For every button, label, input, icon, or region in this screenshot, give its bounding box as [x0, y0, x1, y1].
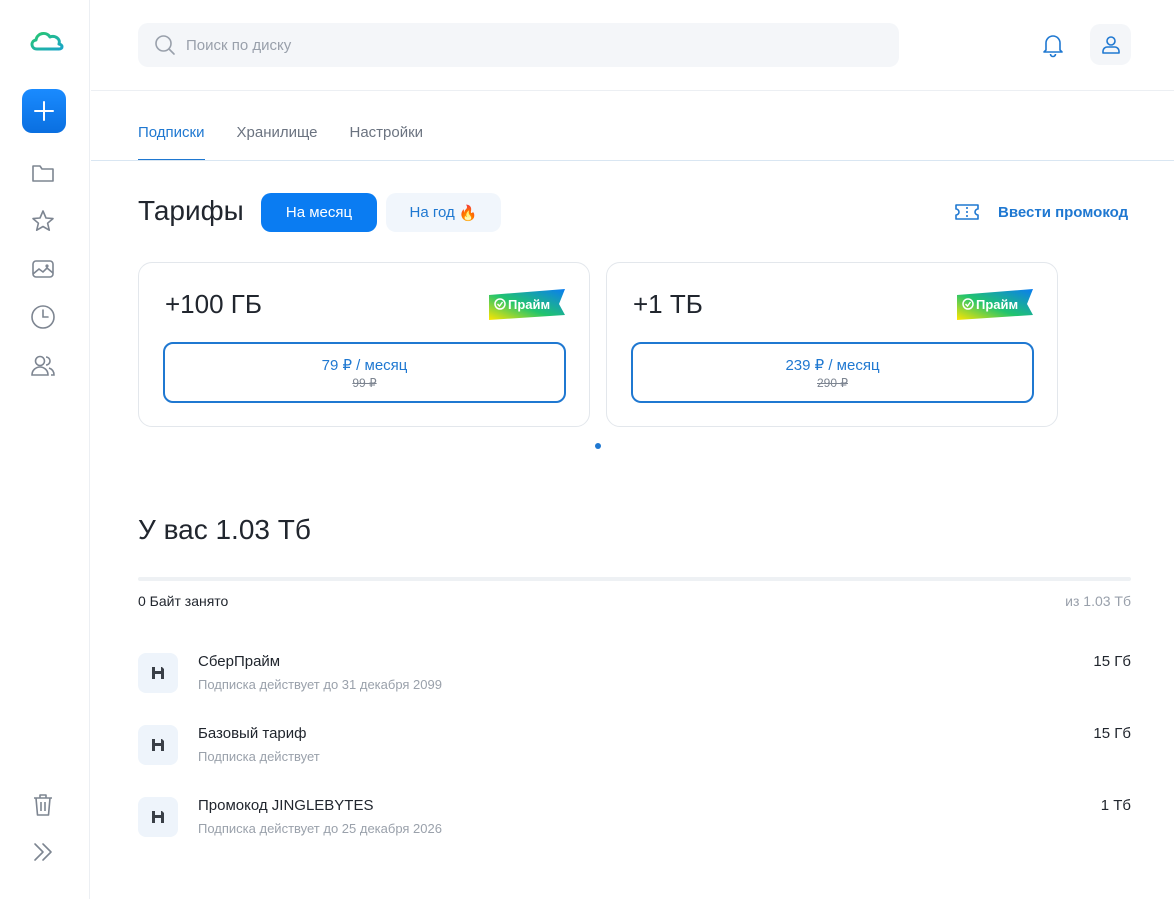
clock-icon[interactable]	[29, 303, 57, 331]
plan-old-price: 290 ₽	[817, 375, 848, 390]
storage-usage-bar	[138, 577, 1131, 581]
subscription-name: Промокод JINGLEBYTES	[198, 797, 374, 814]
tab-subscriptions[interactable]: Подписки	[138, 118, 205, 161]
plan-card: +1 ТБ Прайм 239 ₽ / месяц 290 ₽	[606, 262, 1058, 427]
search-icon	[155, 35, 175, 55]
promo-code-label: Ввести промокод	[998, 203, 1129, 221]
profile-button[interactable]	[1090, 24, 1131, 65]
plan-buy-button[interactable]: 239 ₽ / месяц 290 ₽	[631, 342, 1034, 403]
period-month-button[interactable]: На месяц	[261, 193, 377, 232]
sidebar	[0, 0, 90, 899]
bell-icon[interactable]	[1040, 32, 1066, 58]
ticket-icon	[955, 204, 979, 220]
folder-icon[interactable]	[29, 159, 57, 187]
svg-text:Прайм: Прайм	[976, 297, 1018, 312]
svg-text:Прайм: Прайм	[508, 297, 550, 312]
tabs-divider	[91, 160, 1174, 161]
cloud-logo-icon[interactable]	[28, 27, 66, 57]
subscription-size: 15 Гб	[1093, 653, 1131, 670]
subscription-size: 15 Гб	[1093, 725, 1131, 742]
plan-size: +100 ГБ	[165, 289, 262, 319]
storage-title: У вас 1.03 Тб	[138, 514, 311, 545]
subscription-name: Базовый тариф	[198, 725, 307, 742]
add-button[interactable]	[22, 89, 66, 133]
user-icon	[1101, 35, 1120, 54]
plan-card: +100 ГБ Прайм 79 ₽ / месяц 99 ₽	[138, 262, 590, 427]
header-divider	[91, 90, 1174, 91]
subscription-row: СберПрайм Подписка действует до 31 декаб…	[138, 653, 1131, 695]
fire-icon: 🔥	[458, 204, 478, 222]
tab-storage[interactable]: Хранилище	[237, 118, 318, 161]
period-year-label: На год	[409, 204, 455, 221]
floppy-disk-icon	[138, 797, 178, 837]
plus-icon	[34, 101, 54, 121]
search-input[interactable]	[186, 36, 866, 54]
floppy-disk-icon	[138, 653, 178, 693]
prime-badge: Прайм	[489, 289, 565, 320]
floppy-disk-icon	[138, 725, 178, 765]
expand-sidebar-icon[interactable]	[29, 838, 57, 866]
subscription-row: Базовый тариф Подписка действует 15 Гб	[138, 725, 1131, 767]
search-bar[interactable]	[138, 23, 899, 67]
promo-code-button[interactable]: Ввести промокод	[954, 202, 1128, 222]
storage-total: из 1.03 Тб	[1065, 593, 1131, 609]
plan-price: 79 ₽ / месяц	[321, 356, 408, 374]
plan-size: +1 ТБ	[633, 289, 703, 319]
plan-old-price: 99 ₽	[352, 375, 377, 390]
plan-buy-button[interactable]: 79 ₽ / месяц 99 ₽	[163, 342, 566, 403]
prime-badge: Прайм	[957, 289, 1033, 320]
gallery-icon[interactable]	[29, 255, 57, 283]
tab-bar: Подписки Хранилище Настройки	[138, 118, 455, 161]
period-year-button[interactable]: На год 🔥	[386, 193, 501, 232]
subscription-status: Подписка действует до 25 декабря 2026	[198, 821, 442, 836]
subscription-size: 1 Тб	[1100, 797, 1131, 814]
subscription-row: Промокод JINGLEBYTES Подписка действует …	[138, 797, 1131, 839]
plan-price: 239 ₽ / месяц	[785, 356, 880, 374]
subscription-status: Подписка действует	[198, 749, 320, 764]
tariffs-title: Тарифы	[138, 195, 244, 226]
subscription-status: Подписка действует до 31 декабря 2099	[198, 677, 442, 692]
carousel-dot[interactable]	[595, 443, 601, 449]
storage-used: 0 Байт занято	[138, 593, 229, 609]
trash-icon[interactable]	[29, 791, 57, 819]
subscription-name: СберПрайм	[198, 653, 281, 670]
shared-users-icon[interactable]	[29, 351, 57, 379]
star-icon[interactable]	[29, 207, 57, 235]
tab-settings[interactable]: Настройки	[350, 118, 424, 161]
